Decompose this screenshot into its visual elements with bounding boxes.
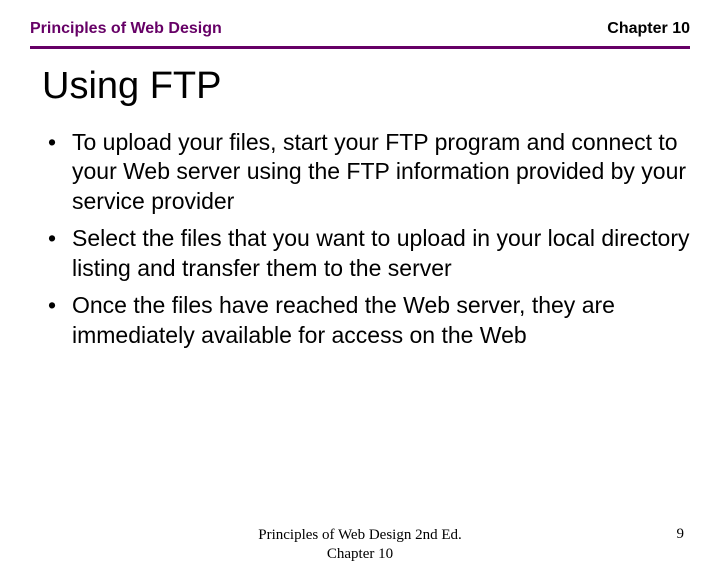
list-item: To upload your files, start your FTP pro…: [48, 128, 690, 216]
header-book-title: Principles of Web Design: [30, 20, 222, 38]
footer-chapter: Chapter 10: [327, 546, 393, 562]
slide-content: To upload your files, start your FTP pro…: [30, 128, 690, 350]
header-divider: [30, 46, 690, 49]
footer-center: Principles of Web Design 2nd Ed. Chapter…: [0, 526, 720, 564]
slide-title: Using FTP: [42, 65, 690, 108]
header-chapter: Chapter 10: [607, 20, 690, 38]
slide-header: Principles of Web Design Chapter 10: [30, 20, 690, 38]
bullet-list: To upload your files, start your FTP pro…: [48, 128, 690, 350]
footer-book-title: Principles of Web Design 2nd Ed.: [258, 527, 462, 543]
slide: Principles of Web Design Chapter 10 Usin…: [0, 0, 720, 540]
list-item: Once the files have reached the Web serv…: [48, 291, 690, 350]
list-item: Select the files that you want to upload…: [48, 224, 690, 283]
page-number: 9: [677, 526, 685, 543]
